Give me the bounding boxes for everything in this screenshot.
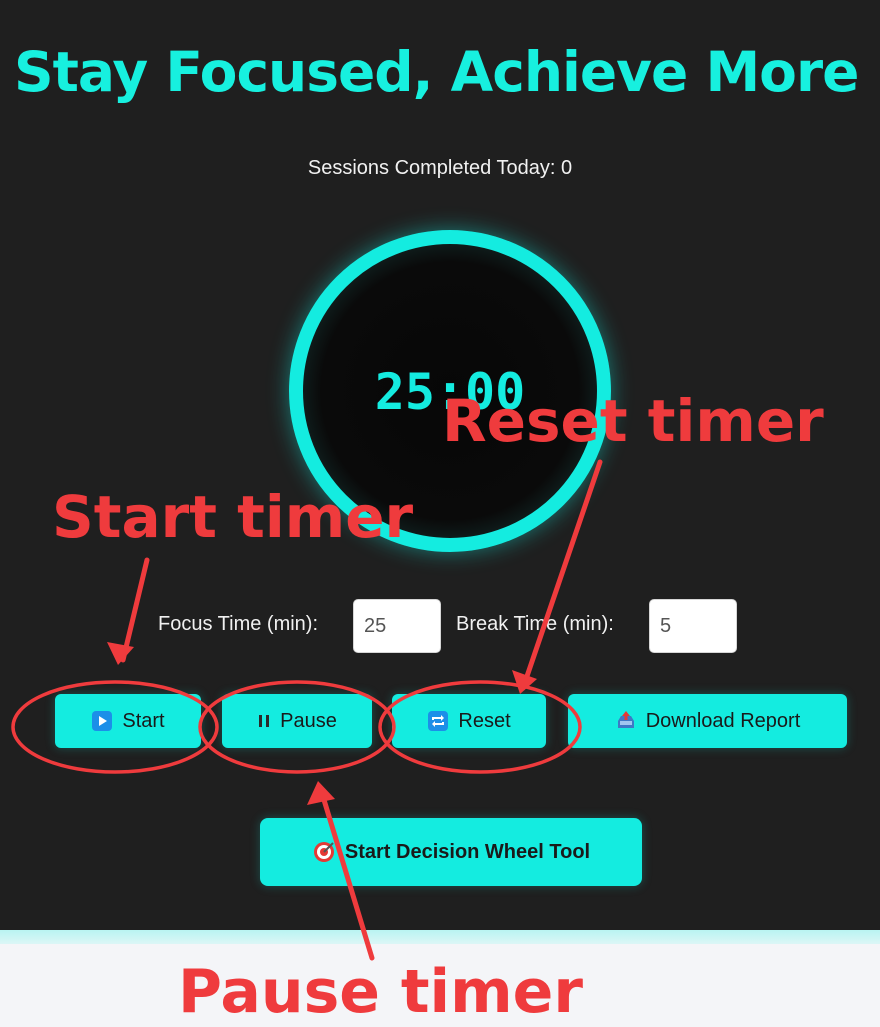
decision-wheel-button[interactable]: Start Decision Wheel Tool [260,818,642,886]
start-button-label: Start [122,709,165,732]
target-icon [312,840,336,864]
reset-button-label: Reset [458,709,511,732]
focus-time-input[interactable] [353,599,441,653]
reset-button[interactable]: Reset [392,694,546,748]
start-annotation: Start timer [52,483,414,551]
decision-wheel-label: Start Decision Wheel Tool [344,840,591,863]
repeat-icon [427,710,449,732]
pause-annotation: Pause timer [178,957,583,1027]
reset-annotation: Reset timer [442,387,824,455]
inbox-tray-icon [615,710,637,732]
pause-button-label: Pause [280,709,337,732]
start-button[interactable]: Start [55,694,201,748]
play-icon [91,710,113,732]
pause-icon [257,713,271,729]
download-report-button[interactable]: Download Report [568,694,847,748]
page-title: Stay Focused, Achieve More [14,40,859,104]
break-time-label: Break Time (min): [456,613,614,635]
break-time-input[interactable] [649,599,737,653]
app-window: Stay Focused, Achieve More Sessions Comp… [0,0,880,930]
sessions-counter: Sessions Completed Today: 0 [307,157,573,179]
pause-button[interactable]: Pause [222,694,372,748]
page-footer-strip [0,930,880,944]
focus-time-label: Focus Time (min): [158,613,319,635]
download-report-label: Download Report [645,709,801,732]
